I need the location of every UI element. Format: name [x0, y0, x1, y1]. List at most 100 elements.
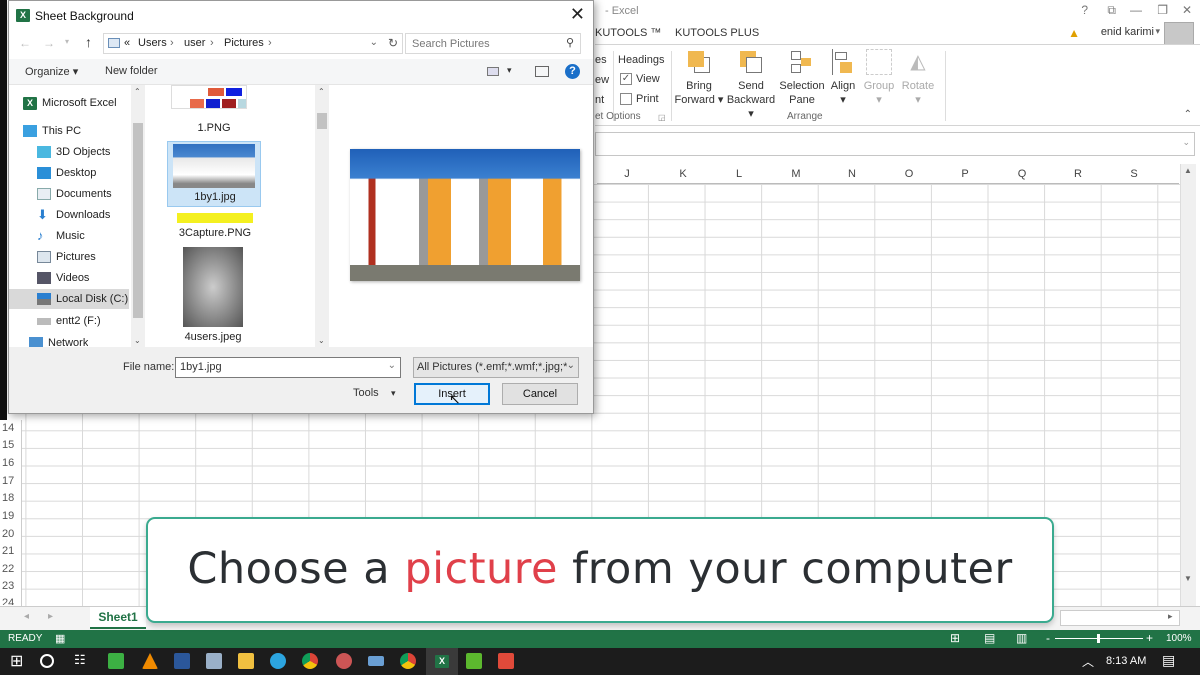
action-center-icon[interactable]: ▤ [1162, 652, 1175, 669]
user-menu-chevron-icon[interactable]: ▾ [1155, 26, 1160, 37]
tab-kutools[interactable]: KUTOOLS ™ [595, 27, 661, 39]
search-input[interactable]: Search Pictures ⚲ [405, 33, 581, 54]
column-header[interactable]: R [1050, 168, 1106, 180]
tools-button[interactable]: Tools [353, 387, 379, 399]
column-header[interactable]: S [1106, 168, 1162, 180]
row-header[interactable]: 16 [2, 457, 20, 469]
recent-chevron-icon[interactable]: ▾ [65, 37, 69, 46]
column-header[interactable]: N [824, 168, 880, 180]
refresh-icon[interactable]: ↻ [388, 36, 398, 50]
chrome-icon-2[interactable] [400, 653, 416, 669]
nav-scrollbar[interactable]: ⌃ ⌄ [131, 85, 145, 347]
column-header[interactable]: O [881, 168, 937, 180]
nav-item-microsoft-excel[interactable]: X Microsoft Excel [23, 93, 117, 113]
nav-item-3d-objects[interactable]: 3D Objects [37, 142, 110, 162]
scroll-down-icon[interactable]: ⌄ [134, 336, 141, 345]
file-name-dropdown-icon[interactable]: ⌄ [388, 360, 396, 371]
page-break-preview-icon[interactable]: ▥ [1016, 631, 1027, 645]
sheet-tab-sheet1[interactable]: Sheet1 [90, 607, 146, 629]
zoom-slider-thumb[interactable] [1097, 634, 1100, 643]
excel-taskbar-active[interactable]: X [426, 648, 458, 675]
breadcrumb-overflow[interactable]: « [124, 37, 130, 49]
headings-view-checkbox[interactable]: ✓ View [620, 72, 660, 86]
file-explorer-icon[interactable] [238, 653, 254, 669]
minimize-button[interactable]: — [1130, 3, 1142, 17]
align-button[interactable]: Align ▾ [825, 49, 861, 107]
scroll-up-icon[interactable]: ⌃ [318, 87, 325, 96]
up-arrow-icon[interactable]: ↑ [85, 34, 92, 50]
nav-item-videos[interactable]: Videos [37, 268, 89, 288]
nav-item-documents[interactable]: Documents [37, 184, 112, 204]
keyboard-icon[interactable] [368, 656, 384, 666]
nav-item-music[interactable]: ♪ Music [37, 226, 85, 246]
nav-item-entt2[interactable]: entt2 (F:) [37, 311, 101, 331]
row-header[interactable]: 15 [2, 439, 20, 451]
dialog-launcher-icon[interactable]: ◲ [658, 113, 666, 122]
row-header[interactable]: 20 [2, 528, 20, 540]
scroll-up-icon[interactable]: ▲ [1184, 166, 1192, 175]
camtasia-green-icon[interactable] [466, 653, 482, 669]
scroll-up-icon[interactable]: ⌃ [134, 87, 141, 96]
ribbon-display-icon[interactable]: ⧉ [1107, 3, 1116, 18]
restore-button[interactable]: ❐ [1157, 3, 1168, 17]
row-header[interactable]: 14 [2, 422, 20, 434]
new-folder-button[interactable]: New folder [105, 65, 158, 77]
change-view-icon[interactable] [487, 67, 499, 76]
column-header[interactable]: P [937, 168, 993, 180]
task-view-icon[interactable]: ☷ [74, 652, 86, 668]
row-header[interactable]: 22 [2, 563, 20, 575]
nav-item-network[interactable]: Network [29, 337, 88, 347]
nav-item-downloads[interactable]: ⬇ Downloads [37, 205, 110, 225]
tools-chevron-icon[interactable]: ▾ [391, 388, 396, 399]
green-app-icon[interactable] [108, 653, 124, 669]
close-icon[interactable]: ✕ [570, 4, 585, 25]
search-icon[interactable]: ⚲ [566, 36, 574, 49]
file-type-dropdown-icon[interactable]: ⌄ [566, 360, 575, 371]
vlc-icon[interactable] [142, 653, 158, 669]
breadcrumb-separator[interactable]: › [268, 37, 272, 49]
windows-start-icon[interactable]: ⊞ [10, 651, 23, 671]
row-header[interactable]: 19 [2, 510, 20, 522]
chrome-icon[interactable] [302, 653, 318, 669]
breadcrumb-user[interactable]: user [184, 37, 205, 49]
help-icon[interactable]: ? [565, 64, 580, 79]
user-name[interactable]: enid karimi [1101, 26, 1154, 38]
nav-item-desktop[interactable]: Desktop [37, 163, 96, 183]
page-layout-icon[interactable]: ▤ [984, 631, 995, 645]
file-item-3capturepng[interactable]: 3Capture.PNG [175, 213, 255, 243]
column-header[interactable]: Q [994, 168, 1050, 180]
preview-pane-icon[interactable] [535, 66, 549, 77]
breadcrumb-separator[interactable]: › [170, 37, 174, 49]
notepad-icon[interactable] [206, 653, 222, 669]
column-header[interactable]: K [655, 168, 711, 180]
group-button[interactable]: Group ▾ [861, 49, 897, 107]
file-name-input[interactable]: 1by1.jpg ⌄ [175, 357, 401, 378]
normal-view-icon[interactable]: ⊞ [950, 631, 960, 645]
word-icon[interactable] [174, 653, 190, 669]
clock[interactable]: 8:13 AM [1106, 655, 1146, 667]
address-dropdown-icon[interactable]: ⌄ [370, 37, 378, 48]
send-backward-button[interactable]: Send Backward ▾ [723, 49, 779, 121]
column-header[interactable]: L [711, 168, 767, 180]
vertical-scrollbar[interactable]: ▲ ▼ [1180, 164, 1196, 609]
zoom-level[interactable]: 100% [1166, 633, 1192, 644]
close-button[interactable]: ✕ [1182, 3, 1192, 17]
next-sheet-icon[interactable]: ▸ [48, 611, 53, 622]
scroll-thumb[interactable] [317, 113, 327, 129]
nav-item-pictures[interactable]: Pictures [37, 247, 96, 267]
file-list-scrollbar[interactable]: ⌃ ⌄ [315, 85, 329, 347]
paint-icon[interactable] [336, 653, 352, 669]
row-header[interactable]: 21 [2, 545, 20, 557]
organize-button[interactable]: Organize ▾ [25, 65, 78, 78]
selection-pane-button[interactable]: Selection Pane [779, 49, 825, 107]
row-header[interactable]: 17 [2, 475, 20, 487]
nav-item-local-disk[interactable]: Local Disk (C:) [9, 289, 129, 309]
macro-record-icon[interactable]: ▦ [55, 632, 65, 645]
scroll-down-icon[interactable]: ▼ [1184, 574, 1192, 583]
row-header[interactable]: 18 [2, 492, 20, 504]
column-header[interactable]: J [599, 168, 655, 180]
forward-arrow-icon[interactable]: → [43, 36, 55, 50]
row-header[interactable]: 24 [2, 597, 20, 605]
scroll-thumb[interactable] [133, 123, 143, 318]
scroll-right-icon[interactable]: ▸ [1168, 611, 1173, 622]
